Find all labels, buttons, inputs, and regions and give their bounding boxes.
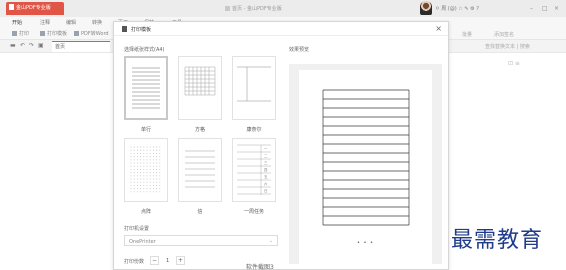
print-button[interactable]: 打印	[12, 30, 29, 37]
copies-decrement-button[interactable]: −	[150, 256, 159, 265]
word-icon	[74, 31, 79, 36]
printer-value: OnePrinter	[129, 239, 156, 245]
pdf-to-word-button[interactable]: PDF转Word	[74, 30, 109, 37]
tab-home[interactable]: 首页	[52, 41, 110, 52]
template-label-cornell: 康奈尔	[246, 127, 262, 133]
template-label-single-line: 单行	[140, 127, 151, 133]
template-cornell[interactable]	[232, 56, 276, 120]
print-template-dialog: 打印模板 × 选择纸张样式(A4) 效果预览 单行 方格 康奈尔 一 二 三 四…	[113, 21, 449, 270]
window-title-text: 首页 - 金山PDF专业版	[232, 6, 282, 12]
app-tab-label: 金山PDF专业版	[16, 5, 51, 11]
template-grid[interactable]	[178, 56, 222, 120]
template-label-dot-grid: 点阵	[140, 209, 151, 215]
title-bar: 金山PDF专业版 首页 - 金山PDF专业版 ㅇ 周 (@) ☆ ✎ ⚙ ? –…	[0, 0, 566, 17]
copies-increment-button[interactable]: +	[176, 256, 185, 265]
week-day-1: 一	[264, 147, 268, 151]
document-icon	[225, 6, 230, 11]
print-template-label: 打印模板	[47, 31, 68, 37]
undo-icon[interactable]: ↶	[20, 42, 25, 49]
pdf-to-word-label: PDF转Word	[81, 31, 109, 37]
preview-label: 效果预览	[289, 47, 310, 53]
week-day-6: 六	[264, 181, 268, 186]
copies-label: 打印份数	[124, 259, 145, 265]
preview-area: • • •	[289, 64, 442, 264]
template-week-tasks[interactable]: 一 二 三 四 五 六 日	[232, 138, 276, 202]
caption: 软件截图3	[246, 264, 274, 270]
print-button-label: 打印	[19, 31, 30, 37]
user-area: ㅇ 周 (@) ☆ ✎ ⚙ ? – □ ×	[420, 1, 566, 16]
single-line-thumbnail	[132, 67, 160, 109]
letter-thumbnail	[185, 150, 215, 188]
close-window-button[interactable]: ×	[554, 5, 559, 12]
template-label-week-tasks: 一周任务	[243, 209, 264, 215]
window-title: 首页 - 金山PDF专业版	[225, 5, 282, 12]
batch-button[interactable]: 批量	[462, 31, 472, 38]
save-icon[interactable]: ▣	[38, 42, 44, 49]
menu-item-annotate[interactable]: 注释	[40, 19, 50, 26]
week-day-2: 二	[264, 154, 268, 158]
search-hint[interactable]: 查找替换文本 | 搜索	[485, 43, 530, 50]
template-letter[interactable]	[178, 138, 222, 202]
grid-thumbnail	[184, 66, 216, 96]
week-day-5: 五	[264, 175, 268, 179]
minimize-button[interactable]: –	[530, 5, 533, 12]
template-label-grid: 方格	[194, 127, 205, 133]
printer-settings-label: 打印机设置	[124, 226, 150, 232]
avatar[interactable]	[420, 1, 432, 15]
copies-value[interactable]: 1	[166, 258, 169, 264]
dialog-header: 打印模板 ×	[114, 22, 448, 36]
dialog-title: 打印模板	[131, 27, 152, 33]
view-icons[interactable]: ⊡ ≡	[508, 60, 520, 67]
template-icon	[122, 26, 127, 32]
preview-lines	[322, 89, 410, 226]
week-day-4: 四	[264, 168, 268, 172]
redo-icon[interactable]: ↷	[29, 42, 34, 49]
dialog-close-button[interactable]: ×	[435, 24, 442, 33]
dot-grid-thumbnail	[130, 146, 161, 193]
week-tasks-thumbnail: 一 二 三 四 五 六 日	[237, 144, 271, 195]
open-icon[interactable]: ▬	[10, 42, 16, 49]
pdf-icon	[9, 4, 14, 10]
chevron-down-icon: ⌄	[268, 238, 273, 244]
menu-item-convert[interactable]: 转换	[92, 19, 102, 26]
printer-select[interactable]: OnePrinter ⌄	[124, 235, 278, 246]
printer-icon	[12, 31, 17, 36]
maximize-button[interactable]: □	[542, 5, 548, 12]
preview-page: • • •	[299, 70, 432, 264]
menu-item-edit[interactable]: 编辑	[66, 19, 76, 26]
watermark: 最需教育	[451, 228, 544, 253]
template-dot-grid[interactable]	[124, 138, 168, 202]
week-day-3: 三	[264, 161, 268, 165]
page-dots: • • •	[356, 240, 375, 246]
template-label-letter: 信	[197, 209, 203, 215]
tab-home-label: 首页	[55, 44, 66, 50]
app-tab[interactable]: 金山PDF专业版	[6, 2, 64, 15]
print-template-button[interactable]: 打印模板	[40, 30, 67, 37]
paper-style-label: 选择纸张样式(A4)	[124, 47, 165, 53]
week-day-7: 日	[264, 189, 267, 193]
menu-item-start[interactable]: 开始	[12, 19, 22, 26]
cornell-thumbnail	[237, 66, 271, 102]
template-icon	[40, 31, 45, 36]
screenshot: 金山PDF专业版 首页 - 金山PDF专业版 ㅇ 周 (@) ☆ ✎ ⚙ ? –…	[0, 0, 566, 270]
user-tools[interactable]: ㅇ 周 (@) ☆ ✎ ⚙ ?	[435, 5, 479, 12]
add-signature-button[interactable]: 添加签名	[494, 31, 514, 38]
template-single-line[interactable]	[124, 56, 168, 120]
